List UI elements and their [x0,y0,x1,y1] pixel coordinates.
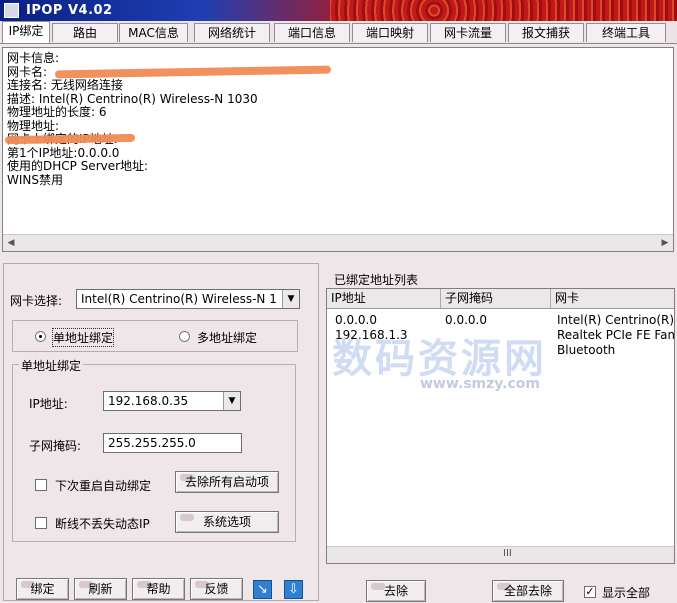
column-mask[interactable]: 子网掩码 [441,289,551,308]
bound-address-list[interactable]: IP地址 子网掩码 网卡 0.0.0.0 0.0.0.0 Intel(R) Ce… [326,288,675,564]
column-ip[interactable]: IP地址 [327,289,441,308]
scroll-thumb-grip[interactable]: III [503,548,512,559]
table-cell[interactable]: 0.0.0.0 [445,313,545,327]
bind-button[interactable]: 绑定 [16,578,69,600]
help-button[interactable]: 帮助 [132,578,185,600]
tab-nic-traffic[interactable]: 网卡流量 [430,23,506,42]
tab-terminal-tools[interactable]: 终端工具 [586,23,666,42]
scroll-right-icon[interactable]: ▶ [657,235,673,251]
single-bind-group-title: 单地址绑定 [19,357,84,374]
info-line: 物理地址的长度: 6 [7,105,107,119]
title-decoration [330,0,677,21]
info-line: 第1个IP地址:0.0.0.0 [7,145,120,160]
tab-mac-info[interactable]: MAC信息 [119,23,188,42]
button-logo-icon [371,583,385,590]
info-line: 网卡信息: [7,51,60,65]
button-logo-icon [180,514,194,521]
minimize-arrow-icon[interactable]: ↘ [253,580,272,599]
radio-single-bind[interactable] [35,331,46,342]
nic-info-textarea[interactable]: 网卡信息: 网卡名: 连接名: 无线网络连接 描述: Intel(R) Cent… [2,47,674,252]
system-options-button[interactable]: 系统选项 [175,511,279,533]
tab-port-map[interactable]: 端口映射 [352,23,428,42]
tab-packet-capture[interactable]: 报文捕获 [508,23,584,42]
app-logo-icon [4,3,19,18]
window-title: IPOP V4.02 [26,3,113,18]
radio-multi-bind[interactable] [179,331,190,342]
nic-select-label: 网卡选择: [10,294,63,308]
info-line: 物理地址: [7,118,60,133]
single-bind-group: 单地址绑定 IP地址: 192.168.0.35 ▼ 子网掩码: 255.255… [12,357,296,542]
auto-bind-checkbox[interactable] [35,479,47,491]
column-nic[interactable]: 网卡 [551,289,674,308]
radio-single-bind-label[interactable]: 单地址绑定 [51,328,115,347]
bind-mode-group: 单地址绑定 多地址绑定 [12,320,298,352]
keep-ip-label: 断线不丢失动态IP [55,517,150,531]
keep-ip-checkbox[interactable] [35,517,47,529]
info-line: 使用的DHCP Server地址: [7,159,149,173]
feedback-button[interactable]: 反馈 [190,578,243,600]
download-icon[interactable]: ⇩ [284,580,303,599]
list-horizontal-scrollbar[interactable]: III [327,546,674,563]
auto-bind-label: 下次重启自动绑定 [55,479,152,493]
subnet-mask-input[interactable]: 255.255.255.0 [103,433,242,453]
info-line: 描述: Intel(R) Centrino(R) Wireless-N 1030 [7,91,258,106]
nic-select[interactable]: Intel(R) Centrino(R) Wireless-N 1 ▼ [76,289,300,309]
bound-list-panel: 已绑定地址列表 IP地址 子网掩码 网卡 0.0.0.0 0.0.0.0 Int… [322,268,675,602]
info-horizontal-scrollbar[interactable]: ◀ ▶ [3,234,673,251]
chevron-down-icon[interactable]: ▼ [223,392,240,410]
info-line: WINS禁用 [7,172,63,187]
ip-label: IP地址: [29,397,68,411]
remove-all-button[interactable]: 全部去除 [492,580,564,602]
bound-list-title: 已绑定地址列表 [334,273,419,287]
mask-label: 子网掩码: [29,439,82,453]
radio-multi-bind-label[interactable]: 多地址绑定 [197,329,257,346]
list-header: IP地址 子网掩码 网卡 [327,289,674,309]
title-bar: IPOP V4.02 [0,0,677,21]
ip-address-combo[interactable]: 192.168.0.35 ▼ [103,391,241,411]
table-cell[interactable]: Intel(R) Centrino(R) [557,313,674,327]
nic-select-value: Intel(R) Centrino(R) Wireless-N 1 [81,292,277,306]
table-cell[interactable]: 192.168.1.3 [335,328,435,342]
show-all-checkbox[interactable]: ✓ [584,586,596,598]
tab-route[interactable]: 路由 [52,23,118,42]
chevron-down-icon[interactable]: ▼ [282,290,299,308]
table-cell[interactable]: 0.0.0.0 [335,313,435,327]
tab-net-stats[interactable]: 网络统计 [194,23,270,42]
table-cell[interactable]: Bluetooth [557,343,674,357]
tab-bar: IP绑定 路由 MAC信息 网络统计 端口信息 端口映射 网卡流量 报文捕获 终… [0,21,677,44]
show-all-label: 显示全部 [602,586,651,600]
tab-ip-bind[interactable]: IP绑定 [2,21,50,43]
ip-address-value: 192.168.0.35 [108,394,189,408]
refresh-button[interactable]: 刷新 [74,578,127,600]
bind-panel: 网卡选择: Intel(R) Centrino(R) Wireless-N 1 … [3,263,319,601]
tab-port-info[interactable]: 端口信息 [274,23,350,42]
remove-button[interactable]: 去除 [366,580,426,602]
table-cell[interactable]: Realtek PCIe FE Fam [557,328,674,342]
scroll-left-icon[interactable]: ◀ [3,235,19,251]
info-line: 连接名: 无线网络连接 [7,78,123,92]
remove-startup-button[interactable]: 去除所有启动项 [175,471,279,493]
